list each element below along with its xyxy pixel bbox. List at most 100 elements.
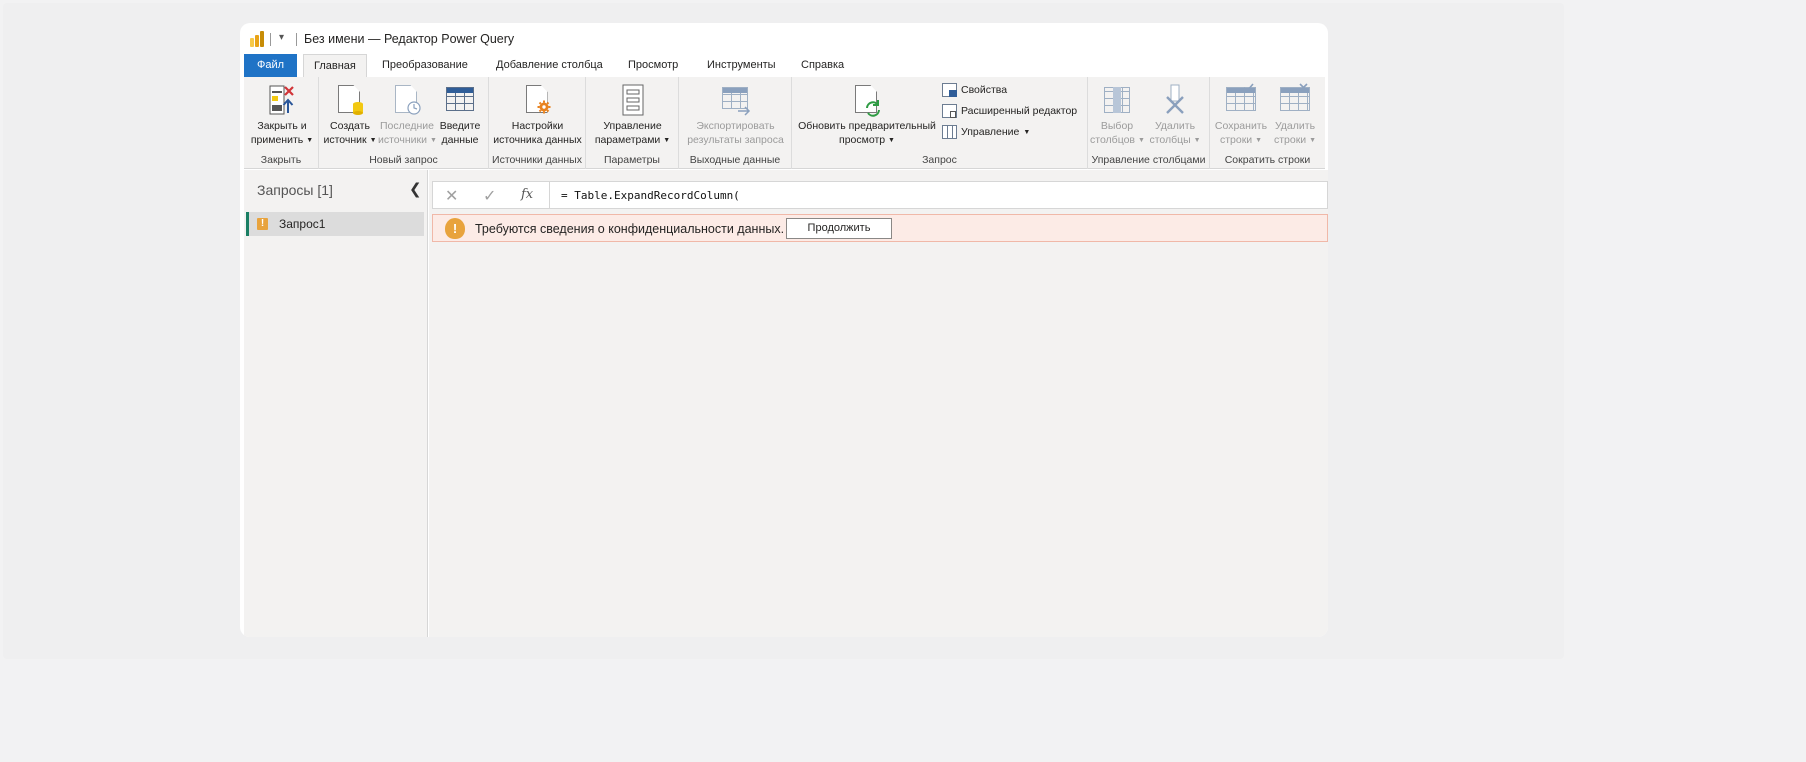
title-bar: ▾ Без имени — Редактор Power Query	[240, 23, 1328, 53]
group-label-output: Выходные данные	[689, 154, 781, 166]
group-label-close: Закрыть	[260, 154, 302, 166]
chevron-down-icon: ▼	[1255, 136, 1263, 144]
keep-rows-button[interactable]: Сохранить строки ▼	[1214, 83, 1268, 147]
query-item-label: Запрос1	[279, 217, 326, 231]
group-query: Обновить предварительный просмотр ▼ Свойс…	[792, 77, 1088, 169]
queries-pane-title: Запросы [1]	[257, 182, 333, 198]
group-label-data-sources: Источники данных	[492, 154, 582, 166]
collapse-pane-icon[interactable]: ❮	[409, 180, 422, 198]
remove-rows-button[interactable]: Удалить строки ▼	[1270, 83, 1320, 147]
manage-query-button[interactable]: Управление ▼	[942, 125, 1030, 139]
new-source-icon	[335, 83, 365, 117]
window-title: Без имени — Редактор Power Query	[304, 32, 515, 46]
ribbon-tabs: Файл Главная Преобразование Добавление с…	[244, 54, 1328, 77]
cancel-formula-icon[interactable]: ✕	[445, 186, 458, 206]
query-list-item[interactable]: ! Запрос1	[246, 212, 424, 236]
group-close: Закрыть и применить ▼ Закрыть	[244, 77, 319, 169]
remove-columns-label-2: столбцы	[1149, 133, 1191, 146]
chevron-down-icon: ▼	[888, 136, 895, 144]
power-bi-logo-icon	[250, 31, 264, 47]
recent-sources-icon	[392, 83, 422, 117]
quick-access-dropdown-icon[interactable]: ▾	[279, 32, 284, 43]
group-new-query: Создать источник ▼ Последние источники ▼ В…	[319, 77, 489, 169]
data-source-settings-label-2: источника данных	[493, 133, 582, 146]
advanced-editor-icon	[942, 104, 957, 118]
parameters-icon	[618, 83, 648, 117]
tab-home[interactable]: Главная	[303, 54, 367, 77]
tab-help[interactable]: Справка	[791, 54, 854, 77]
close-apply-icon	[267, 83, 297, 117]
new-source-label-1: Создать	[330, 120, 370, 132]
data-source-settings-icon	[523, 83, 553, 117]
group-manage-columns: Выбор столбцов ▼ Удалить столбцы ▼ Управле…	[1088, 77, 1210, 169]
insert-function-icon[interactable]: fx	[521, 187, 533, 202]
new-source-label-2: источник	[323, 133, 367, 146]
close-apply-label-1: Закрыть и	[257, 120, 307, 132]
group-label-parameters: Параметры	[604, 154, 660, 166]
title-separator	[296, 33, 297, 46]
group-label-new-query: Новый запрос	[369, 154, 438, 166]
remove-rows-icon	[1279, 83, 1311, 117]
keep-rows-label-2: строки	[1219, 133, 1253, 146]
manage-query-label: Управление	[961, 126, 1020, 138]
close-apply-button[interactable]: Закрыть и применить ▼	[249, 83, 315, 147]
choose-columns-icon	[1102, 83, 1132, 117]
refresh-label-1: Обновить предварительный	[798, 120, 936, 132]
tab-view[interactable]: Просмотр	[618, 54, 688, 77]
group-label-reduce-rows: Сократить строки	[1224, 154, 1311, 166]
refresh-preview-button[interactable]: Обновить предварительный просмотр ▼	[795, 83, 939, 147]
privacy-warning-bar: ! Требуются сведения о конфиденциальност…	[432, 214, 1328, 242]
formula-divider	[549, 182, 550, 208]
tab-add-column[interactable]: Добавление столбца	[486, 54, 613, 77]
tab-tools[interactable]: Инструменты	[697, 54, 786, 77]
recent-sources-label-2: источники	[378, 133, 428, 146]
recent-sources-label-1: Последние	[379, 120, 434, 132]
warning-icon: !	[257, 218, 268, 230]
remove-columns-button[interactable]: Удалить столбцы ▼	[1146, 83, 1204, 147]
chevron-down-icon: ▼	[1193, 136, 1201, 144]
group-label-manage-columns: Управление столбцами	[1091, 154, 1206, 166]
choose-columns-label-1: Выбор	[1100, 120, 1134, 132]
keep-rows-label-1: Сохранить	[1214, 120, 1268, 132]
new-source-button[interactable]: Создать источник ▼	[323, 83, 377, 147]
queries-pane: Запросы [1] ❮ ! Запрос1	[244, 170, 428, 637]
chevron-down-icon: ▼	[1309, 136, 1317, 144]
title-separator	[270, 33, 271, 46]
remove-columns-label-1: Удалить	[1154, 120, 1196, 132]
tab-transform[interactable]: Преобразование	[372, 54, 478, 77]
warning-icon: !	[445, 218, 465, 239]
continue-button[interactable]: Продолжить	[786, 218, 892, 239]
keep-rows-icon	[1225, 83, 1257, 117]
chevron-down-icon: ▼	[663, 136, 671, 144]
commit-formula-icon[interactable]: ✓	[483, 186, 496, 206]
enter-data-button[interactable]: Введите данные	[437, 83, 483, 147]
formula-bar: ✕ ✓ fx = Table.ExpandRecordColumn(	[432, 181, 1328, 209]
formula-input[interactable]: = Table.ExpandRecordColumn(	[561, 189, 740, 202]
export-table-icon	[720, 83, 752, 117]
choose-columns-button[interactable]: Выбор столбцов ▼	[1090, 83, 1145, 147]
properties-label: Свойства	[961, 84, 1008, 96]
group-output: Экспортировать результаты запроса Выходны…	[679, 77, 792, 169]
group-parameters: Управление параметрами ▼ Параметры	[586, 77, 679, 169]
refresh-label-2: просмотр	[839, 133, 886, 146]
export-label-2: результаты запроса	[687, 133, 784, 146]
tab-file[interactable]: Файл	[244, 54, 297, 77]
export-label-1: Экспортировать	[696, 120, 775, 132]
data-source-settings-button[interactable]: Настройки источника данных	[491, 83, 584, 147]
preview-area: ✕ ✓ fx = Table.ExpandRecordColumn( ! Тре…	[429, 170, 1328, 637]
manage-parameters-button[interactable]: Управление параметрами ▼	[588, 83, 677, 147]
export-query-results-button[interactable]: Экспортировать результаты запроса	[682, 83, 789, 147]
remove-rows-label-1: Удалить	[1274, 120, 1316, 132]
advanced-editor-button[interactable]: Расширенный редактор	[942, 104, 1077, 118]
manage-table-icon	[942, 125, 957, 139]
refresh-icon	[852, 83, 882, 117]
data-source-settings-label-1: Настройки	[511, 120, 564, 132]
manage-parameters-label-2: параметрами	[594, 133, 661, 146]
manage-parameters-label-1: Управление	[603, 120, 662, 132]
privacy-warning-message: Требуются сведения о конфиденциальности …	[475, 222, 785, 236]
chevron-down-icon: ▼	[306, 136, 314, 144]
recent-sources-button[interactable]: Последние источники ▼	[378, 83, 437, 147]
group-reduce-rows: Сохранить строки ▼ Удалить строки ▼ Сократ…	[1210, 77, 1325, 169]
properties-button[interactable]: Свойства	[942, 83, 1007, 97]
table-icon	[444, 83, 476, 117]
